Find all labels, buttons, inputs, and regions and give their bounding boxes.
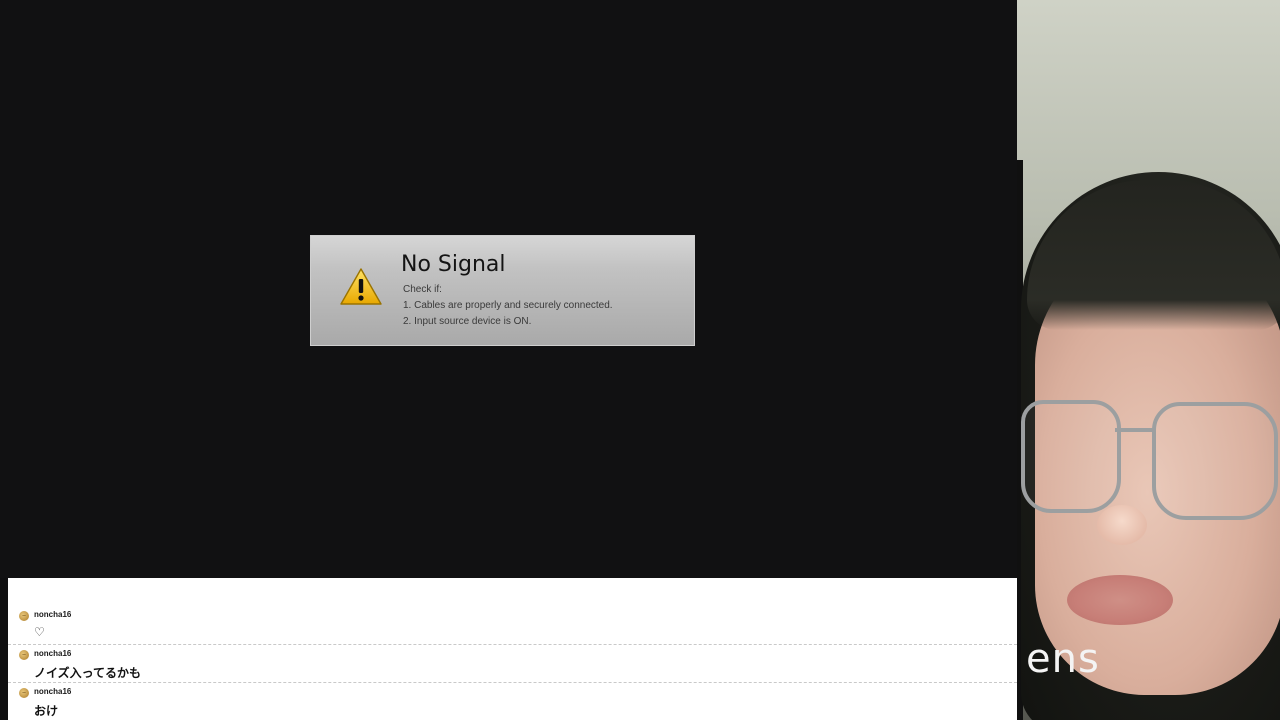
chat-message-text: ノイズ入ってるかも bbox=[34, 666, 142, 680]
user-avatar-icon: – bbox=[19, 650, 29, 660]
stream-canvas: No Signal Check if: 1. Cables are proper… bbox=[0, 0, 1280, 720]
chat-message: – noncha16 ♡ bbox=[8, 606, 1017, 645]
no-signal-hint: 1. Cables are properly and securely conn… bbox=[403, 300, 613, 311]
streamer-mouth bbox=[1067, 575, 1173, 625]
glasses-bridge bbox=[1115, 428, 1155, 432]
webcam-overlay-text: ens bbox=[1026, 636, 1100, 682]
webcam-feed: ens bbox=[1017, 0, 1280, 720]
glasses-right-lens bbox=[1152, 402, 1278, 520]
chat-message: – noncha16 おけ bbox=[8, 683, 1017, 720]
streamer-nose bbox=[1097, 505, 1147, 545]
chat-message-text: ♡ bbox=[34, 625, 45, 639]
no-signal-hint: Check if: bbox=[403, 284, 442, 295]
chat-username: noncha16 bbox=[34, 687, 72, 696]
no-signal-title: No Signal bbox=[401, 252, 506, 277]
no-signal-dialog: No Signal Check if: 1. Cables are proper… bbox=[310, 235, 695, 346]
chat-message: – noncha16 ノイズ入ってるかも bbox=[8, 645, 1017, 683]
chat-username: noncha16 bbox=[34, 610, 72, 619]
glasses-left-lens bbox=[1021, 400, 1121, 513]
capture-screen: No Signal Check if: 1. Cables are proper… bbox=[0, 0, 1017, 578]
user-avatar-icon: – bbox=[19, 688, 29, 698]
chat-overlay: – noncha16 ♡ – noncha16 ノイズ入ってるかも – nonc… bbox=[8, 578, 1017, 720]
warning-triangle-icon bbox=[340, 268, 382, 305]
chat-username: noncha16 bbox=[34, 649, 72, 658]
chat-message-text: おけ bbox=[34, 704, 59, 718]
no-signal-hint: 2. Input source device is ON. bbox=[403, 316, 532, 327]
user-avatar-icon: – bbox=[19, 611, 29, 621]
